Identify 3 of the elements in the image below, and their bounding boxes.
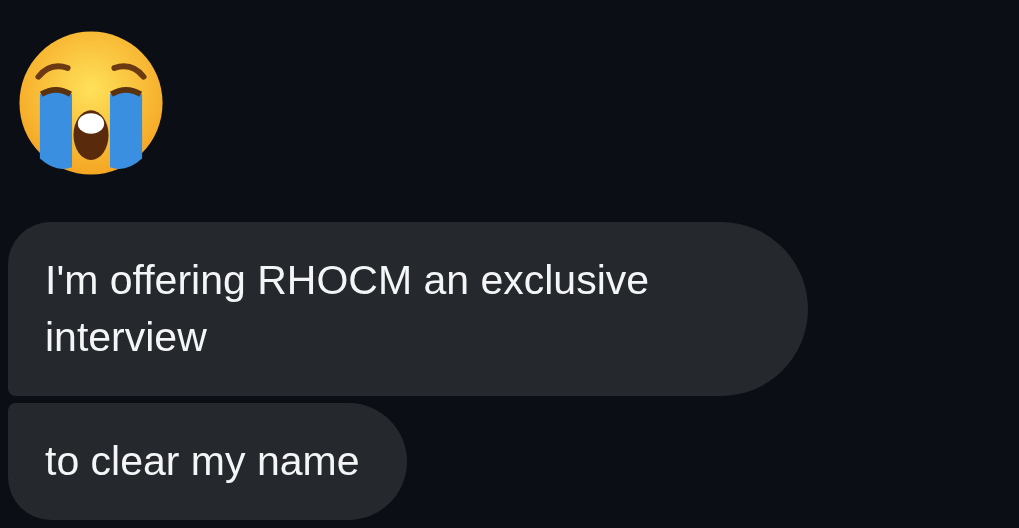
message-bubble: I'm offering RHOCM an exclusive interview: [8, 222, 808, 396]
crying-face-icon: [18, 30, 164, 176]
message-bubble: to clear my name: [8, 403, 408, 520]
